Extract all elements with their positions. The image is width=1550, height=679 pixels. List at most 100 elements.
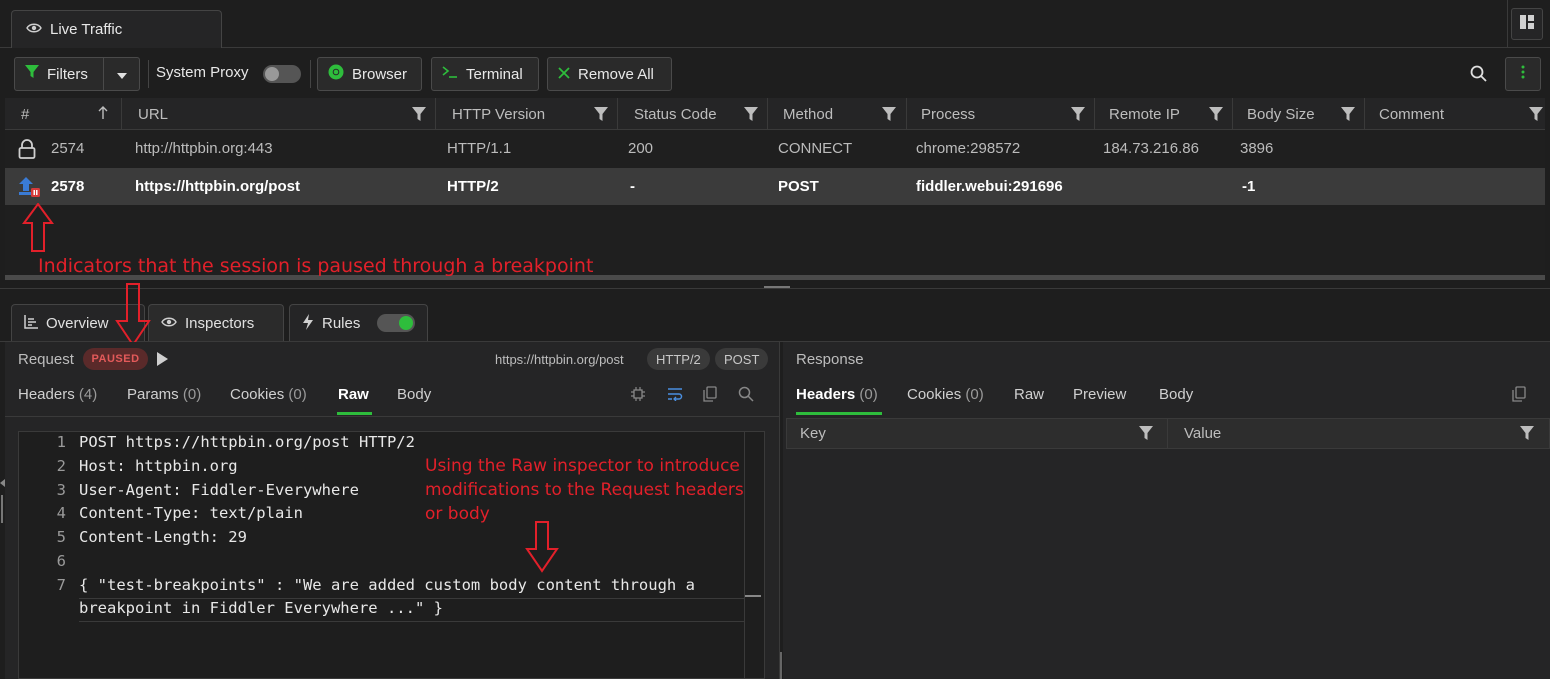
tab-live-traffic-label: Live Traffic bbox=[50, 21, 123, 38]
remove-all-button[interactable]: Remove All bbox=[547, 57, 672, 91]
column-header-url[interactable]: URL bbox=[121, 98, 435, 130]
divider bbox=[1507, 0, 1508, 48]
rules-toggle[interactable] bbox=[377, 314, 415, 332]
code-line[interactable]: Content-Type: text/plain bbox=[79, 504, 303, 522]
lightning-icon bbox=[302, 313, 314, 334]
filter-icon[interactable] bbox=[1209, 106, 1223, 122]
code-line[interactable]: Content-Length: 29 bbox=[79, 528, 247, 546]
play-icon[interactable] bbox=[156, 352, 168, 370]
editor-scrollbar-track[interactable] bbox=[744, 432, 745, 679]
splitter-grip[interactable] bbox=[1, 495, 3, 523]
filter-icon[interactable] bbox=[1139, 425, 1153, 445]
column-header-value[interactable]: Value bbox=[1184, 425, 1221, 442]
search-icon[interactable] bbox=[738, 386, 754, 406]
request-tab-raw[interactable]: Raw bbox=[338, 386, 369, 403]
divider bbox=[148, 60, 149, 88]
cell-body-size: -1 bbox=[1242, 178, 1256, 195]
response-headers-grid-header bbox=[786, 418, 1550, 449]
terminal-icon bbox=[442, 65, 458, 83]
response-tab-body[interactable]: Body bbox=[1159, 386, 1193, 403]
splitter-grip[interactable] bbox=[780, 652, 782, 679]
code-line[interactable]: Host: httpbin.org bbox=[79, 457, 238, 475]
filter-icon[interactable] bbox=[1341, 106, 1355, 122]
browser-label: Browser bbox=[352, 65, 408, 83]
paused-badge: PAUSED bbox=[83, 348, 148, 370]
filter-icon[interactable] bbox=[744, 106, 758, 122]
cell-http-version: HTTP/1.1 bbox=[447, 140, 512, 157]
response-tab-cookies[interactable]: Cookies (0) bbox=[907, 386, 984, 403]
tab-overview-label: Overview bbox=[46, 315, 109, 332]
response-tab-preview[interactable]: Preview bbox=[1073, 386, 1126, 403]
filter-icon[interactable] bbox=[882, 106, 896, 122]
cell-method: CONNECT bbox=[778, 140, 853, 157]
code-line[interactable]: breakpoint in Fiddler Everywhere ..." } bbox=[79, 599, 443, 617]
cell-process: chrome:298572 bbox=[916, 140, 1021, 157]
column-header-process[interactable]: Process bbox=[906, 98, 1094, 130]
filter-icon[interactable] bbox=[594, 106, 608, 122]
request-tab-cookies[interactable]: Cookies (0) bbox=[230, 386, 307, 403]
tab-rules[interactable]: Rules bbox=[289, 304, 428, 342]
terminal-label: Terminal bbox=[466, 65, 523, 83]
annotation-line: or body bbox=[425, 504, 490, 524]
terminal-button[interactable]: Terminal bbox=[431, 57, 539, 91]
horizontal-splitter[interactable] bbox=[0, 288, 1550, 292]
cell-remote-ip: 184.73.216.86 bbox=[1103, 140, 1199, 157]
editor-scroll-marker bbox=[745, 595, 761, 597]
filters-dropdown-button[interactable] bbox=[103, 57, 140, 91]
column-label: Remote IP bbox=[1109, 105, 1180, 123]
response-tab-raw[interactable]: Raw bbox=[1014, 386, 1044, 403]
more-menu-button[interactable] bbox=[1505, 57, 1541, 91]
code-line[interactable]: { "test-breakpoints" : "We are added cus… bbox=[79, 576, 695, 594]
line-number: 3 bbox=[56, 481, 66, 499]
filters-button[interactable]: Filters bbox=[14, 57, 104, 91]
sort-arrow-icon[interactable] bbox=[98, 106, 108, 124]
browser-button[interactable]: Browser bbox=[317, 57, 422, 91]
tab-label: Cookies bbox=[907, 386, 962, 403]
response-title: Response bbox=[796, 351, 864, 368]
word-wrap-icon[interactable] bbox=[667, 387, 683, 405]
code-line[interactable]: User-Agent: Fiddler-Everywhere bbox=[79, 481, 359, 499]
active-tab-indicator bbox=[337, 412, 372, 415]
filter-icon[interactable] bbox=[412, 106, 426, 122]
cell-body-size: 3896 bbox=[1240, 140, 1274, 157]
splitter-grip[interactable] bbox=[764, 286, 790, 288]
filter-icon[interactable] bbox=[1529, 106, 1543, 122]
column-label: URL bbox=[138, 105, 169, 123]
table-row[interactable]: 2574 http://httpbin.org:443 HTTP/1.1 200… bbox=[5, 130, 1545, 167]
tab-label: Preview bbox=[1073, 386, 1127, 403]
column-header-comment[interactable]: Comment bbox=[1364, 98, 1545, 130]
column-label: HTTP Version bbox=[452, 105, 546, 123]
search-icon[interactable] bbox=[1470, 65, 1488, 87]
line-number: 4 bbox=[56, 504, 66, 522]
request-tab-body[interactable]: Body bbox=[397, 386, 431, 403]
system-proxy-toggle[interactable] bbox=[263, 65, 301, 83]
tab-label: Raw bbox=[1014, 386, 1045, 403]
annotation-line: modifications to the Request headers bbox=[425, 480, 744, 500]
remove-all-label: Remove All bbox=[578, 65, 654, 83]
column-label: Status Code bbox=[634, 105, 717, 123]
column-header-http-version[interactable]: HTTP Version bbox=[435, 98, 617, 130]
request-tab-headers[interactable]: Headers (4) bbox=[18, 386, 97, 403]
response-tab-headers[interactable]: Headers (0) bbox=[796, 386, 878, 403]
code-line[interactable]: POST https://httpbin.org/post HTTP/2 bbox=[79, 433, 415, 451]
filter-icon[interactable] bbox=[1071, 106, 1085, 122]
tab-inspectors[interactable]: Inspectors bbox=[148, 304, 284, 342]
column-label: Process bbox=[921, 105, 976, 123]
layout-button[interactable] bbox=[1511, 8, 1543, 40]
line-number: 7 bbox=[56, 576, 66, 594]
table-row[interactable]: 2578 https://httpbin.org/post HTTP/2 - P… bbox=[5, 168, 1545, 205]
toggle-knob bbox=[399, 316, 413, 330]
chip-icon[interactable] bbox=[631, 387, 645, 405]
lock-icon bbox=[18, 139, 36, 163]
copy-icon[interactable] bbox=[703, 386, 717, 406]
copy-icon[interactable] bbox=[1512, 386, 1526, 406]
filters-label: Filters bbox=[47, 65, 88, 83]
cell-status-code: - bbox=[630, 178, 635, 195]
tab-live-traffic[interactable]: Live Traffic bbox=[11, 10, 222, 48]
request-tab-params[interactable]: Params (0) bbox=[127, 386, 201, 403]
collapse-left-icon[interactable] bbox=[0, 474, 5, 491]
filter-icon[interactable] bbox=[1520, 425, 1534, 445]
request-url: https://httpbin.org/post bbox=[495, 352, 624, 367]
cell-url: https://httpbin.org/post bbox=[135, 178, 300, 195]
column-header-key[interactable]: Key bbox=[800, 425, 826, 442]
